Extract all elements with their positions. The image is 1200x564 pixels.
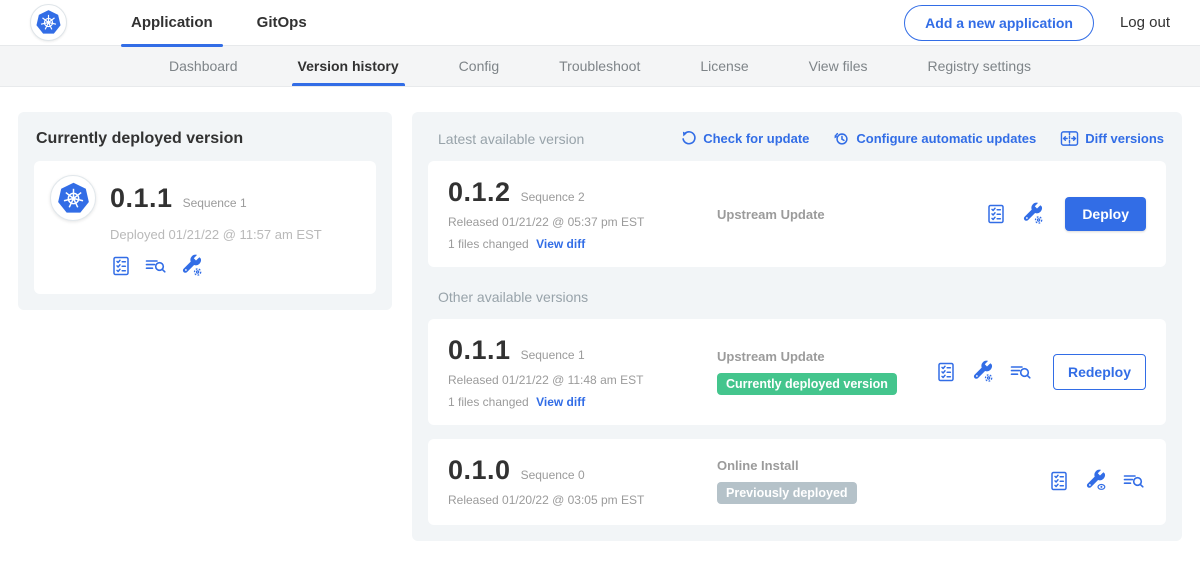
preflight-checklist-icon[interactable]: [935, 361, 957, 383]
tab-troubleshoot[interactable]: Troubleshoot: [529, 46, 670, 86]
preflight-checklist-icon[interactable]: [985, 203, 1007, 225]
released-timestamp: Released 01/20/22 @ 03:05 pm EST: [448, 493, 703, 507]
logout-button[interactable]: Log out: [1120, 14, 1170, 31]
edit-config-wrench-gear-icon[interactable]: [180, 254, 204, 278]
view-diff-link[interactable]: View diff: [536, 395, 585, 409]
released-timestamp: Released 01/21/22 @ 11:48 am EST: [448, 373, 703, 387]
files-changed-label: 1 files changed: [448, 395, 529, 409]
configure-automatic-updates-label: Configure automatic updates: [856, 131, 1036, 146]
tab-version-history[interactable]: Version history: [268, 46, 429, 86]
app-subnav: Dashboard Version history Config Trouble…: [0, 46, 1200, 87]
deploy-button[interactable]: Deploy: [1065, 197, 1146, 231]
sequence-label: Sequence 0: [521, 468, 585, 482]
diff-versions-link[interactable]: Diff versions: [1060, 130, 1164, 147]
sequence-label: Sequence 1: [521, 348, 585, 362]
version-source-label: Upstream Update: [717, 207, 985, 222]
edit-config-wrench-gear-icon[interactable]: [971, 360, 995, 384]
version-row-0-1-0: 0.1.0 Sequence 0 Released 01/20/22 @ 03:…: [428, 439, 1166, 525]
refresh-icon: [680, 130, 697, 147]
latest-available-header: Latest available version: [438, 131, 584, 147]
view-logs-icon[interactable]: [1009, 361, 1033, 383]
version-source-label: Online Install: [717, 458, 1048, 473]
tab-registry-settings[interactable]: Registry settings: [898, 46, 1061, 86]
version-row-0-1-1: 0.1.1 Sequence 1 Released 01/21/22 @ 11:…: [428, 319, 1166, 425]
configure-automatic-updates-link[interactable]: Configure automatic updates: [833, 130, 1036, 147]
deployed-timestamp: Deployed 01/21/22 @ 11:57 am EST: [110, 227, 360, 242]
tab-config[interactable]: Config: [429, 46, 529, 86]
released-timestamp: Released 01/21/22 @ 05:37 pm EST: [448, 215, 703, 229]
header-tab-application[interactable]: Application: [109, 0, 235, 46]
check-for-update-link[interactable]: Check for update: [680, 130, 809, 147]
version-history-panel: Latest available version Check for updat…: [412, 112, 1182, 541]
version-number: 0.1.2: [448, 177, 511, 208]
deployed-sequence-label: Sequence 1: [183, 196, 247, 210]
tab-view-files[interactable]: View files: [779, 46, 898, 86]
header-tab-gitops[interactable]: GitOps: [235, 0, 329, 46]
check-for-update-label: Check for update: [703, 131, 809, 146]
deployed-version-number: 0.1.1: [110, 183, 173, 214]
preflight-checklist-icon[interactable]: [110, 255, 132, 277]
currently-deployed-badge: Currently deployed version: [717, 373, 897, 395]
diff-versions-icon: [1060, 130, 1079, 147]
main-content: Currently deployed version: [0, 87, 1200, 541]
other-versions-header: Other available versions: [438, 289, 1166, 305]
tab-dashboard[interactable]: Dashboard: [139, 46, 268, 86]
version-source-label: Upstream Update: [717, 349, 935, 364]
app-icon-kubernetes: [50, 175, 96, 221]
deployed-version-card: 0.1.1 Sequence 1 Deployed 01/21/22 @ 11:…: [34, 161, 376, 294]
tab-license[interactable]: License: [670, 46, 778, 86]
preflight-checklist-icon[interactable]: [1048, 470, 1070, 492]
version-number: 0.1.0: [448, 455, 511, 486]
view-config-wrench-eye-icon[interactable]: [1084, 469, 1108, 493]
files-changed-label: 1 files changed: [448, 237, 529, 251]
kubernetes-logo: [30, 4, 67, 41]
redeploy-button[interactable]: Redeploy: [1053, 354, 1146, 390]
edit-config-wrench-gear-icon[interactable]: [1021, 202, 1045, 226]
currently-deployed-card: Currently deployed version: [18, 112, 392, 310]
version-number: 0.1.1: [448, 335, 511, 366]
view-logs-icon[interactable]: [1122, 470, 1146, 492]
add-application-button[interactable]: Add a new application: [904, 5, 1094, 41]
app-header: Application GitOps Add a new application…: [0, 0, 1200, 46]
version-row-0-1-2: 0.1.2 Sequence 2 Released 01/21/22 @ 05:…: [428, 161, 1166, 267]
previously-deployed-badge: Previously deployed: [717, 482, 857, 504]
deployed-card-title: Currently deployed version: [34, 128, 376, 148]
view-logs-icon[interactable]: [144, 255, 168, 277]
diff-versions-label: Diff versions: [1085, 131, 1164, 146]
clock-refresh-icon: [833, 130, 850, 147]
sequence-label: Sequence 2: [521, 190, 585, 204]
view-diff-link[interactable]: View diff: [536, 237, 585, 251]
